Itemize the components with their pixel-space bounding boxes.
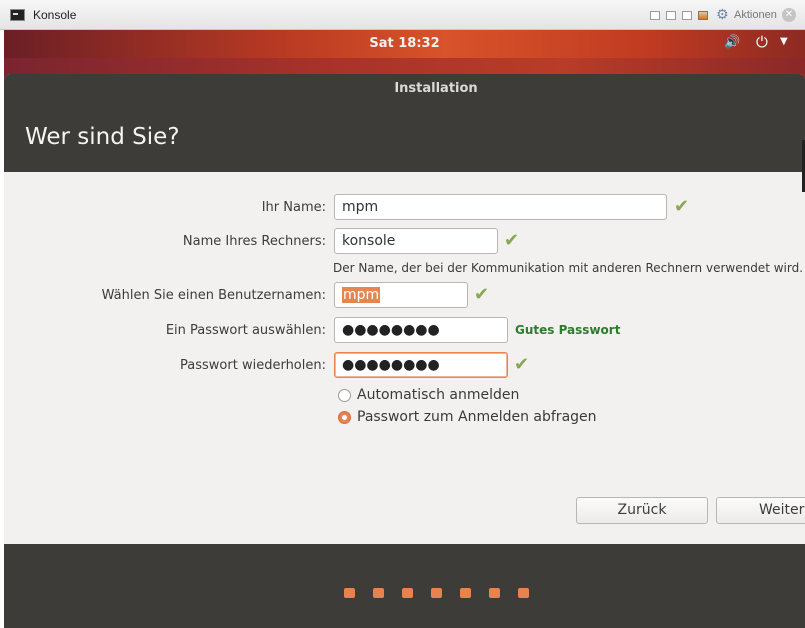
confirm-password-label: Passwort wiederholen: bbox=[180, 358, 326, 373]
host-scale-icon[interactable] bbox=[650, 11, 660, 20]
username-valid-check-icon: ✔ bbox=[474, 284, 490, 305]
progress-dot bbox=[402, 588, 413, 598]
ubuntu-top-panel: Sat 18:32 🔊 ⏻ ▼ bbox=[4, 30, 805, 58]
radio-require-password[interactable]: Passwort zum Anmelden abfragen bbox=[338, 409, 597, 425]
name-label: Ihr Name: bbox=[261, 200, 326, 215]
name-valid-check-icon: ✔ bbox=[674, 196, 690, 217]
chevron-down-icon[interactable]: ▼ bbox=[780, 36, 788, 47]
password-input[interactable]: ●●●●●●●● bbox=[334, 317, 508, 343]
close-icon[interactable]: ✕ bbox=[782, 8, 796, 22]
power-icon[interactable]: ⏻ bbox=[756, 33, 768, 51]
computer-name-hint: Der Name, der bei der Kommunikation mit … bbox=[333, 261, 804, 275]
volume-icon[interactable]: 🔊 bbox=[724, 35, 740, 50]
name-input-value: mpm bbox=[342, 199, 379, 215]
radio-auto-login-control[interactable] bbox=[338, 388, 351, 402]
password-label: Ein Passwort auswählen: bbox=[165, 323, 326, 338]
host-titlebar: Konsole ⚙ Aktionen ✕ bbox=[0, 0, 805, 30]
host-actions-menu[interactable]: Aktionen bbox=[734, 9, 777, 21]
computer-name-label: Name Ihres Rechners: bbox=[182, 234, 326, 249]
username-input[interactable]: mpm bbox=[334, 282, 468, 308]
installer-header: Wer sind Sie? bbox=[4, 104, 805, 192]
computer-name-value: konsole bbox=[342, 233, 396, 249]
terminal-icon bbox=[10, 9, 25, 21]
computer-name-input[interactable]: konsole bbox=[334, 228, 498, 254]
installer-titlebar: Installation bbox=[4, 74, 805, 104]
name-input[interactable]: mpm bbox=[334, 194, 667, 220]
password-strength: Gutes Passwort bbox=[515, 323, 621, 337]
host-restore-icon[interactable] bbox=[682, 11, 692, 20]
progress-dot bbox=[460, 588, 471, 598]
page-title: Wer sind Sie? bbox=[25, 124, 180, 150]
back-button[interactable]: Zurück bbox=[576, 497, 708, 524]
progress-dot bbox=[431, 588, 442, 598]
installer-footer bbox=[4, 544, 805, 628]
progress-dot bbox=[518, 588, 529, 598]
username-label: Wählen Sie einen Benutzernamen: bbox=[101, 288, 326, 303]
password-value: ●●●●●●●● bbox=[342, 322, 440, 338]
progress-dot bbox=[373, 588, 384, 598]
installer-window-title: Installation bbox=[394, 81, 478, 96]
confirm-password-input[interactable]: ●●●●●●●● bbox=[334, 352, 508, 378]
host-window-title: Konsole bbox=[33, 8, 77, 22]
radio-auto-login[interactable]: Automatisch anmelden bbox=[338, 387, 519, 403]
host-minimize-icon[interactable] bbox=[666, 11, 676, 20]
username-value: mpm bbox=[342, 287, 381, 303]
next-button[interactable]: Weiter bbox=[716, 497, 805, 524]
confirm-valid-check-icon: ✔ bbox=[514, 354, 530, 375]
confirm-password-value: ●●●●●●●● bbox=[342, 357, 440, 373]
gear-icon[interactable]: ⚙ bbox=[716, 8, 729, 22]
progress-dot bbox=[489, 588, 500, 598]
radio-auto-login-label: Automatisch anmelden bbox=[357, 387, 520, 403]
radio-require-password-label: Passwort zum Anmelden abfragen bbox=[357, 409, 597, 425]
radio-require-password-control[interactable] bbox=[338, 410, 351, 424]
installer-window: Installation Wer sind Sie? Ihr Name: mpm… bbox=[4, 74, 805, 628]
computer-valid-check-icon: ✔ bbox=[504, 230, 520, 251]
host-fullscreen-icon[interactable] bbox=[698, 11, 708, 20]
progress-dot bbox=[344, 588, 355, 598]
panel-clock[interactable]: Sat 18:32 bbox=[4, 36, 805, 51]
